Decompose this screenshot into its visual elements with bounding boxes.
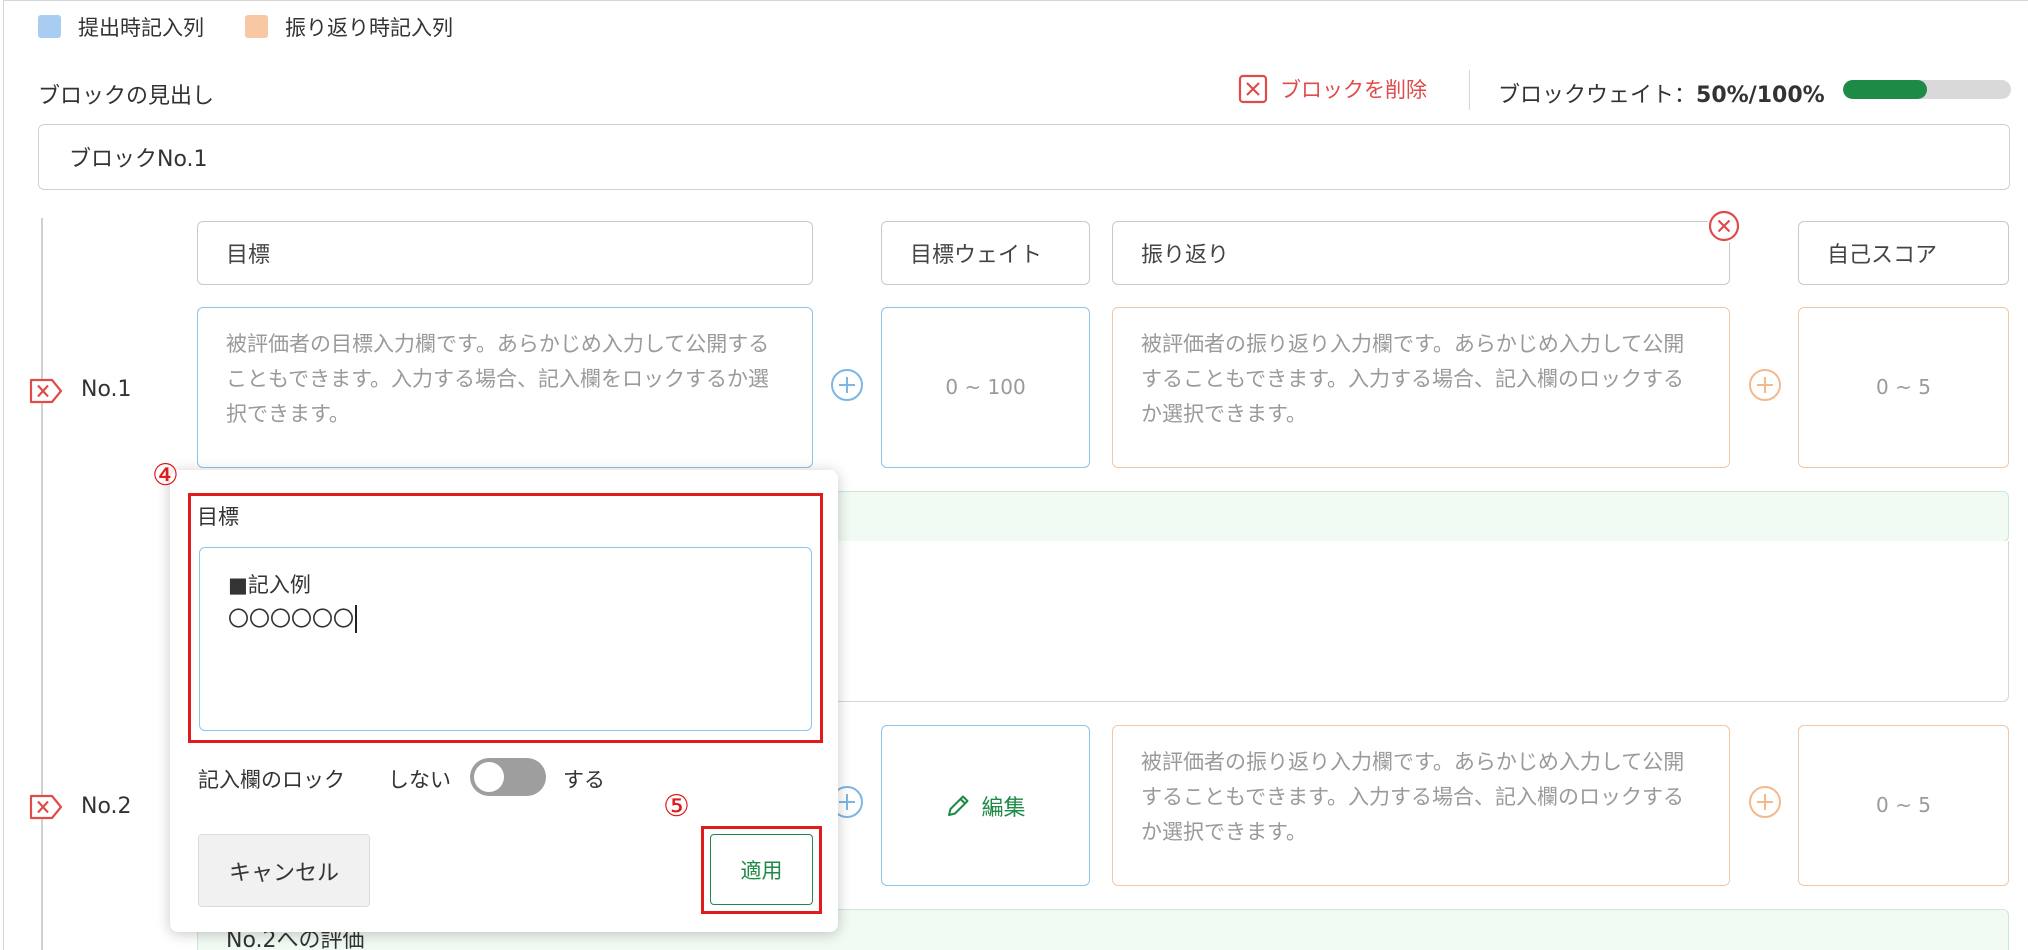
column-header-goal-weight: 目標ウェイト: [881, 221, 1090, 285]
remove-row-2-icon[interactable]: [28, 793, 64, 821]
row-1-goal-placeholder: 被評価者の目標入力欄です。あらかじめ入力して公開することもできます。入力する場合…: [226, 332, 770, 426]
legend-label-reflection: 振り返り時記入列: [285, 16, 453, 40]
block-weight-value: 50%/100%: [1696, 83, 1825, 108]
header-divider: [1469, 70, 1470, 110]
row-2-self-score-placeholder: 0 ~ 5: [1876, 793, 1931, 817]
legend-swatch-reflection: [245, 15, 268, 38]
block-weight-text: ブロックウェイト：: [1498, 83, 1697, 108]
lock-on-label: する: [563, 768, 605, 792]
row-1-label: No.1: [81, 377, 132, 402]
row-1-self-score-field[interactable]: 0 ~ 5: [1798, 307, 2009, 468]
text-cursor: [355, 605, 357, 633]
column-header-goal-weight-label: 目標ウェイト: [910, 243, 1043, 268]
cancel-button-label: キャンセル: [228, 860, 339, 886]
annotation-step-4: ④: [152, 458, 179, 493]
block-heading-label: ブロックの見出し: [38, 84, 215, 109]
apply-button-label: 適用: [740, 858, 783, 883]
block-weight-progress: [1843, 80, 2011, 99]
row-1-goal-weight-placeholder: 0 ~ 100: [945, 375, 1026, 399]
delete-block-button[interactable]: ブロックを削除: [1238, 74, 1427, 104]
row-1-goal-field[interactable]: 被評価者の目標入力欄です。あらかじめ入力して公開することもできます。入力する場合…: [197, 307, 813, 468]
pencil-icon: [948, 795, 969, 816]
row-2-edit-label: 編集: [981, 795, 1026, 821]
row-2-label: No.2: [81, 794, 132, 819]
cancel-button[interactable]: キャンセル: [198, 834, 370, 907]
block-title-input[interactable]: ブロックNo.1: [38, 124, 2010, 190]
column-header-goal: 目標: [197, 221, 813, 285]
row-2-goal-weight-edit-button[interactable]: 編集: [881, 725, 1090, 886]
row-2-reflection-field[interactable]: 被評価者の振り返り入力欄です。あらかじめ入力して公開することもできます。入力する…: [1112, 725, 1730, 886]
popup-text-line-2: 〇〇〇〇〇〇: [228, 607, 354, 631]
popup-text-line-2-wrap: 〇〇〇〇〇〇: [228, 602, 783, 636]
popup-goal-textarea[interactable]: ■記入例 〇〇〇〇〇〇: [199, 547, 812, 731]
remove-row-1-icon[interactable]: [28, 377, 64, 405]
legend-label-submission: 提出時記入列: [78, 16, 204, 40]
popup-text-line-1: ■記入例: [228, 573, 311, 597]
row-1-goal-weight-field[interactable]: 0 ~ 100: [881, 307, 1090, 468]
column-header-reflection: 振り返り: [1112, 221, 1730, 285]
delete-block-label: ブロックを削除: [1280, 78, 1427, 102]
lock-toggle-knob: [474, 762, 504, 792]
annotation-step-5: ⑤: [663, 789, 690, 824]
column-header-goal-label: 目標: [226, 243, 271, 268]
lock-toggle[interactable]: [470, 758, 546, 796]
lock-off-label: しない: [388, 768, 451, 792]
row-2-self-score-field[interactable]: 0 ~ 5: [1798, 725, 2009, 886]
column-header-self-score: 自己スコア: [1798, 221, 2009, 285]
lock-label: 記入欄のロック: [198, 768, 345, 792]
row-1-add-goal-icon[interactable]: [830, 368, 864, 402]
block-title-value: ブロックNo.1: [69, 147, 208, 172]
close-box-icon: [1238, 74, 1268, 104]
block-weight-progress-fill: [1843, 80, 1927, 99]
legend-swatch-submission: [38, 15, 61, 38]
apply-button[interactable]: 適用: [710, 834, 813, 905]
block-weight-label: ブロックウェイト：50%/100%: [1498, 77, 1825, 109]
row-1-self-score-placeholder: 0 ~ 5: [1876, 375, 1931, 399]
row-2-reflection-placeholder: 被評価者の振り返り入力欄です。あらかじめ入力して公開することもできます。入力する…: [1141, 750, 1685, 844]
popup-title: 目標: [197, 505, 239, 529]
tree-line: [41, 218, 43, 950]
row-1-reflection-field[interactable]: 被評価者の振り返り入力欄です。あらかじめ入力して公開することもできます。入力する…: [1112, 307, 1730, 468]
remove-column-icon[interactable]: [1707, 209, 1741, 243]
row-2-add-reflection-icon[interactable]: [1748, 785, 1782, 819]
column-header-self-score-label: 自己スコア: [1827, 243, 1938, 268]
row-1-reflection-placeholder: 被評価者の振り返り入力欄です。あらかじめ入力して公開することもできます。入力する…: [1141, 332, 1685, 426]
row-1-add-reflection-icon[interactable]: [1748, 368, 1782, 402]
column-header-reflection-label: 振り返り: [1141, 243, 1230, 268]
